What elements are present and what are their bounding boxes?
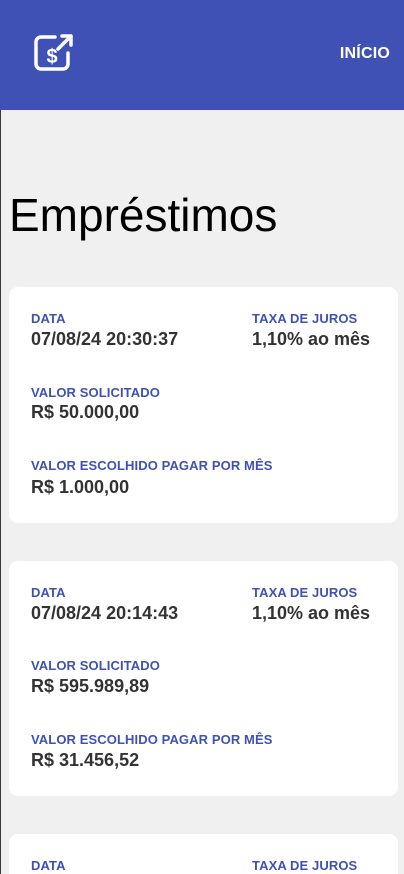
date-value: 07/08/24 20:14:43 (31, 603, 179, 623)
monthly-value: R$ 31.456,52 (31, 750, 140, 770)
loan-card: DATA 07/08/24 20:14:43 TAXA DE JUROS 1,1… (9, 561, 398, 796)
nav-inicio-link[interactable]: INÍCIO (340, 45, 390, 63)
page-title: Empréstimos (9, 189, 278, 241)
monthly-value: R$ 1.000,00 (31, 477, 130, 497)
window-edge (0, 0, 1, 874)
date-value: 07/08/24 20:30:37 (31, 329, 179, 349)
dollar-transfer-icon[interactable]: $ (33, 33, 75, 73)
requested-label: VALOR SOLICITADO (31, 658, 160, 673)
app-header: $ INÍCIO (0, 0, 404, 110)
requested-label: VALOR SOLICITADO (31, 385, 160, 400)
svg-text:$: $ (46, 46, 57, 68)
monthly-label: VALOR ESCOLHIDO PAGAR POR MÊS (31, 458, 273, 473)
requested-value: R$ 595.989,89 (31, 676, 150, 696)
monthly-label: VALOR ESCOLHIDO PAGAR POR MÊS (31, 732, 273, 747)
rate-value: 1,10% ao mês (252, 329, 371, 349)
date-label: DATA (31, 585, 66, 600)
date-label: DATA (31, 311, 66, 326)
rate-label: TAXA DE JUROS (252, 311, 358, 326)
loan-card: DATA 07/08/24 20:30:37 TAXA DE JUROS 1,1… (9, 287, 398, 523)
rate-label: TAXA DE JUROS (252, 585, 358, 600)
date-label: DATA (31, 858, 66, 873)
rate-value: 1,10% ao mês (252, 603, 371, 623)
requested-value: R$ 50.000,00 (31, 402, 140, 422)
loan-card: DATA TAXA DE JUROS (9, 834, 398, 874)
rate-label: TAXA DE JUROS (252, 858, 358, 873)
